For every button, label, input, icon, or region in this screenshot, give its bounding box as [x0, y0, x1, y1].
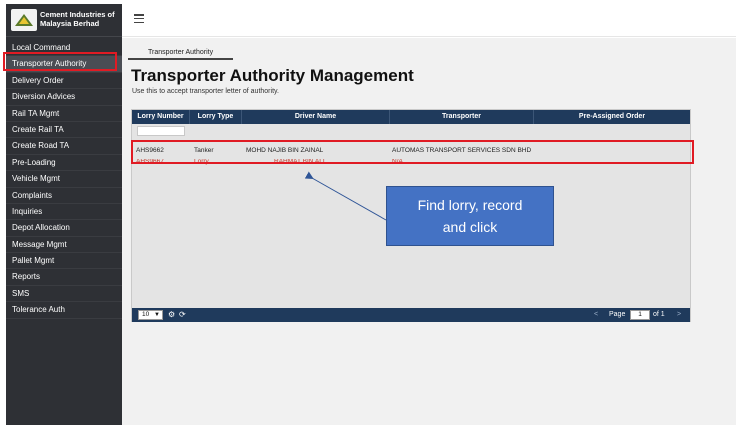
- filter-row: [132, 124, 690, 138]
- next-page-button[interactable]: >: [677, 308, 681, 322]
- company-name: Cement Industries of Malaysia Berhad: [40, 10, 120, 28]
- page-total: of 1: [653, 311, 665, 318]
- sidebar-item-reports[interactable]: Reports: [6, 269, 122, 286]
- sidebar-item-transporter-authority[interactable]: Transporter Authority: [6, 56, 122, 73]
- instruction-callout: Find lorry, record and click: [386, 186, 554, 246]
- sidebar-item-pallet-mgmt[interactable]: Pallet Mgmt: [6, 253, 122, 270]
- company-name-line1: Cement Industries of: [40, 10, 115, 19]
- company-name-line2: Malaysia Berhad: [40, 19, 100, 28]
- sidebar-item-pre-loading[interactable]: Pre-Loading: [6, 155, 122, 172]
- page-size-select[interactable]: 10 ▼: [138, 310, 163, 320]
- sidebar-item-create-rail-ta[interactable]: Create Rail TA: [6, 122, 122, 139]
- top-bar: [122, 4, 736, 37]
- page-number-input[interactable]: 1: [630, 310, 650, 320]
- lorry-number-filter-input[interactable]: [137, 126, 185, 136]
- prev-page-button[interactable]: <: [594, 308, 598, 322]
- cell-lorry-number: AHS9662: [136, 147, 164, 154]
- company-logo: [11, 9, 37, 31]
- sidebar-item-inquiries[interactable]: Inquiries: [6, 204, 122, 221]
- callout-line2: and click: [442, 219, 498, 235]
- cell-driver-name: RAHMAT BIN ALI: [274, 159, 325, 165]
- chevron-down-icon: ▼: [154, 312, 160, 318]
- cell-transporter: AUTOMAS TRANSPORT SERVICES SDN BHD: [392, 147, 532, 154]
- annotation-arrow-icon: [304, 171, 387, 221]
- cell-transporter: N/A: [392, 159, 403, 165]
- page-label: Page: [609, 311, 626, 318]
- refresh-icon[interactable]: ⟳: [179, 310, 186, 320]
- sidebar-item-depot-allocation[interactable]: Depot Allocation: [6, 220, 122, 237]
- cell-lorry-type: Tanker: [194, 147, 214, 154]
- page-size-value: 10: [142, 311, 150, 318]
- sidebar-item-rail-ta-mgmt[interactable]: Rail TA Mgmt: [6, 106, 122, 122]
- grid-header: Lorry Number Lorry Type Driver Name Tran…: [132, 110, 690, 124]
- gear-icon[interactable]: ⚙: [168, 310, 175, 320]
- cell-lorry-type: Lorry: [194, 159, 209, 165]
- callout-line1: Find lorry, record: [417, 197, 523, 213]
- table-row[interactable]: AHS9662 Tanker MOHD NAJIB BIN ZAINAL AUT…: [132, 144, 690, 158]
- cell-driver-name: MOHD NAJIB BIN ZAINAL: [246, 147, 324, 154]
- tab-transporter-authority[interactable]: Transporter Authority: [128, 46, 234, 60]
- sidebar-item-vehicle-mgmt[interactable]: Vehicle Mgmt: [6, 171, 122, 188]
- sidebar-item-diversion-advices[interactable]: Diversion Advices: [6, 89, 122, 106]
- cell-lorry-number: AHS9667: [136, 159, 164, 165]
- column-header-transporter[interactable]: Transporter: [390, 110, 534, 124]
- sidebar-item-message-mgmt[interactable]: Message Mgmt: [6, 237, 122, 254]
- grid-pager: 10 ▼ ⚙ ⟳ < Page 1 of 1 >: [132, 308, 690, 322]
- brand[interactable]: Cement Industries of Malaysia Berhad: [6, 4, 122, 37]
- sidebar-item-complaints[interactable]: Complaints: [6, 188, 122, 204]
- sidebar-item-sms[interactable]: SMS: [6, 286, 122, 303]
- sidebar-nav: Local Command Transporter Authority Deli…: [6, 40, 122, 319]
- page-subtitle: Use this to accept transporter letter of…: [132, 88, 279, 95]
- column-header-lorry-number[interactable]: Lorry Number: [132, 110, 190, 124]
- column-header-lorry-type[interactable]: Lorry Type: [190, 110, 242, 124]
- hamburger-icon[interactable]: [134, 14, 144, 24]
- table-row[interactable]: AHS9667 Lorry RAHMAT BIN ALI N/A: [132, 159, 690, 167]
- page-title: Transporter Authority Management: [131, 66, 414, 85]
- column-header-driver-name[interactable]: Driver Name: [242, 110, 390, 124]
- sidebar-item-create-road-ta[interactable]: Create Road TA: [6, 138, 122, 155]
- sidebar-item-local-command[interactable]: Local Command: [6, 40, 122, 57]
- sidebar-item-tolerance-auth[interactable]: Tolerance Auth: [6, 302, 122, 319]
- sidebar-item-delivery-order[interactable]: Delivery Order: [6, 73, 122, 90]
- sidebar: Cement Industries of Malaysia Berhad Loc…: [6, 4, 122, 425]
- column-header-pre-assigned-order[interactable]: Pre-Assigned Order: [534, 110, 690, 124]
